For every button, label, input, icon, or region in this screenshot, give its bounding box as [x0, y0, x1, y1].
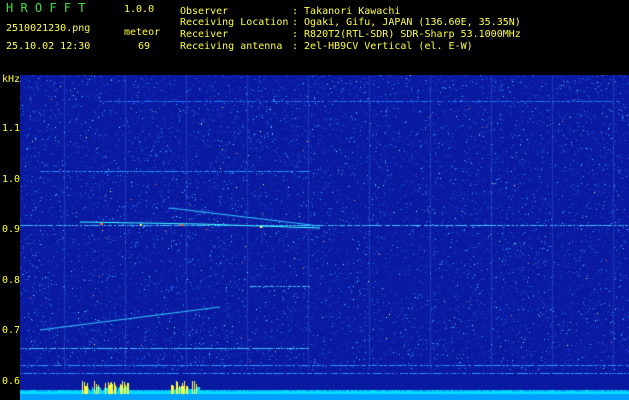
y-tick-label: 0.9 — [2, 224, 21, 235]
meteor-label: meteor — [124, 27, 161, 38]
filename-label: 2510021230.png — [6, 23, 91, 34]
info-value-observer: : Takanori Kawachi — [292, 6, 401, 17]
y-tick-label: 0.6 — [2, 376, 21, 387]
meteor-count: 69 — [138, 41, 151, 52]
info-label-observer: Observer — [180, 6, 229, 17]
info-label-antenna: Receiving antenna — [180, 41, 283, 52]
info-value-location: : Ogaki, Gifu, JAPAN (136.60E, 35.35N) — [292, 17, 521, 28]
info-label-receiver: Receiver — [180, 29, 229, 40]
y-tick-label: 1.0 — [2, 174, 21, 185]
y-axis-unit: kHz — [2, 74, 21, 85]
app-version: 1.0.0 — [124, 4, 155, 15]
y-tick-label: 0.7 — [2, 325, 21, 336]
info-value-receiver: : R820T2(RTL-SDR) SDR-Sharp 53.1000MHz — [292, 29, 521, 40]
app-title: H R O F F T — [6, 1, 86, 15]
y-tick-label: 1.1 — [2, 123, 21, 134]
spectrogram-plot — [20, 75, 629, 400]
info-label-location: Receiving Location — [180, 17, 289, 28]
y-tick-label: 0.8 — [2, 275, 21, 286]
spectrogram-window: H R O F F T 1.0.0 2510021230.png 25.10.0… — [0, 0, 629, 400]
info-value-antenna: : 2el-HB9CV Vertical (el. E-W) — [292, 41, 473, 52]
datetime-label: 25.10.02 12:30 — [6, 41, 91, 52]
